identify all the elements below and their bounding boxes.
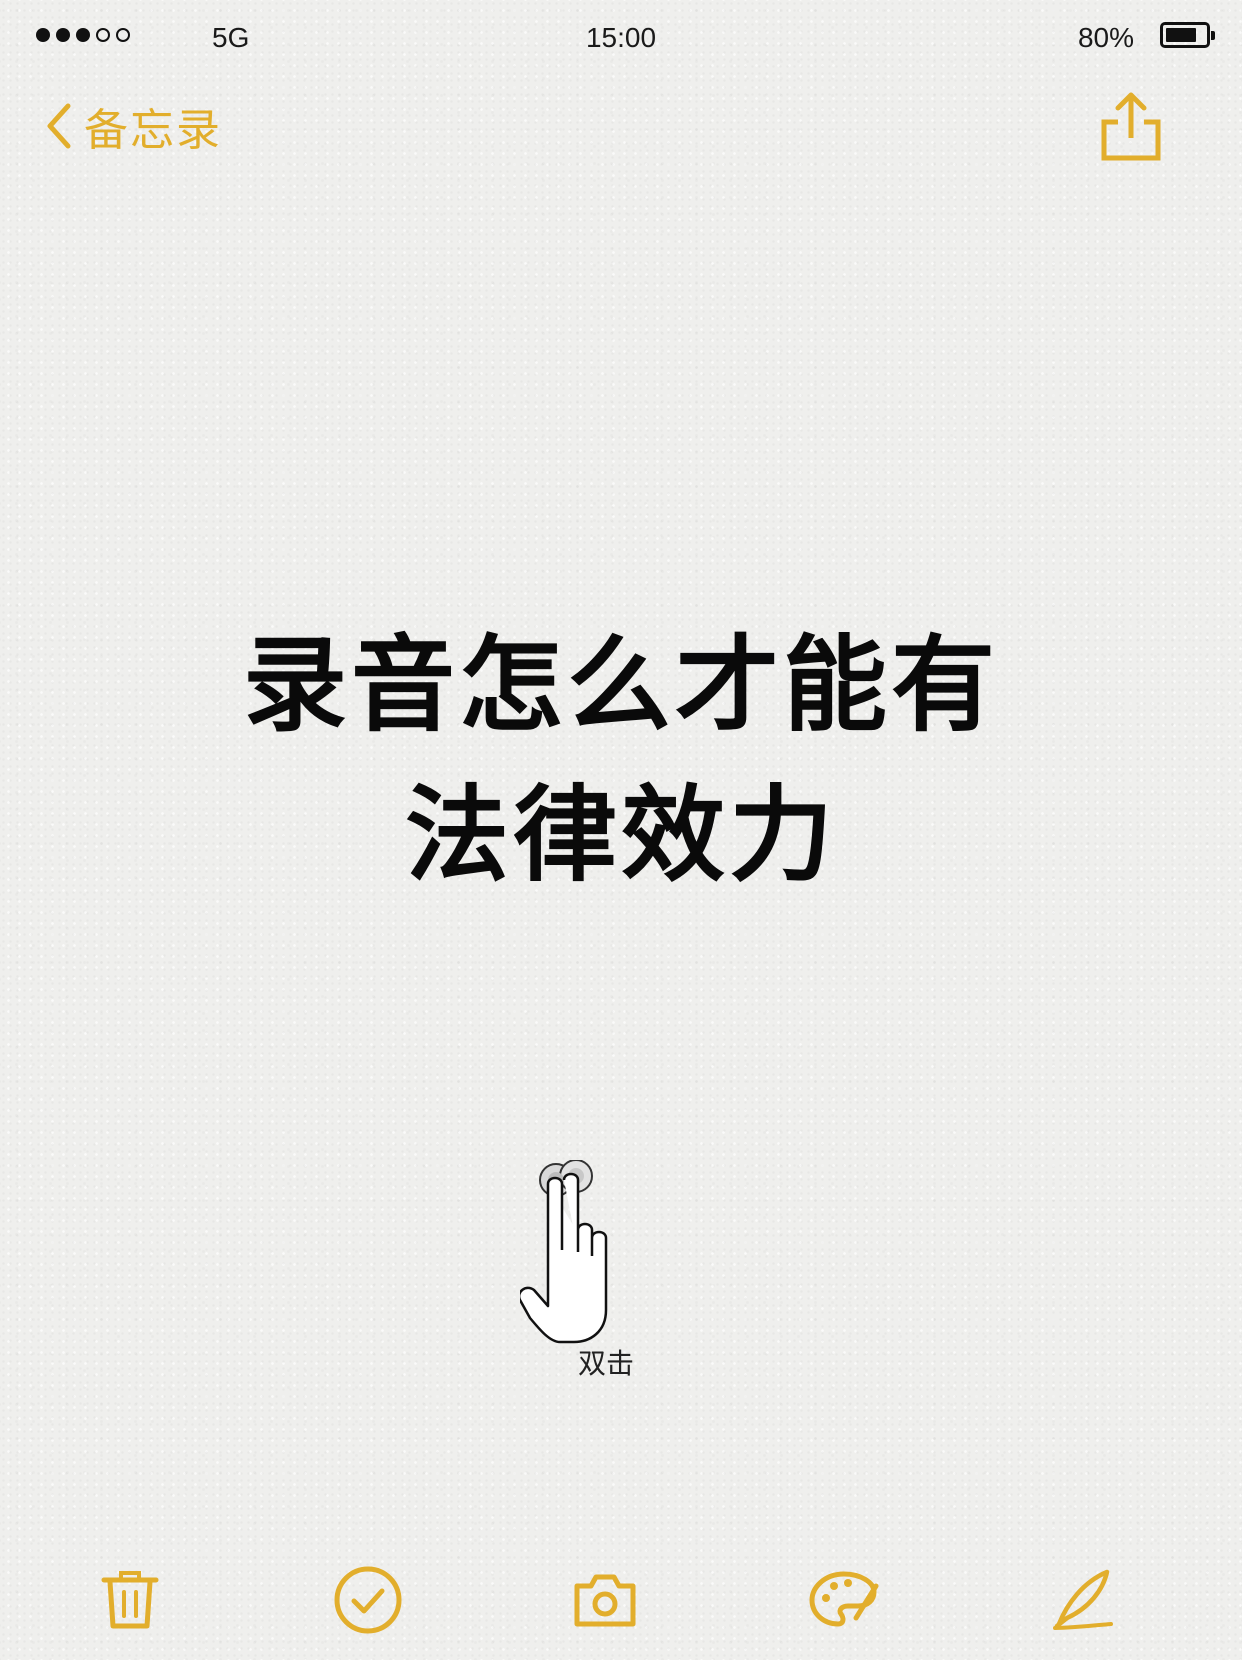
bottom-toolbar [0, 1560, 1242, 1640]
compose-button[interactable] [1042, 1560, 1122, 1640]
trash-icon [101, 1571, 159, 1629]
camera-button[interactable] [565, 1560, 645, 1640]
note-title-line-2: 法律效力 [404, 774, 837, 896]
status-bar: 5G 15:00 80% [0, 0, 1242, 76]
gesture-hint-label: 双击 [577, 1347, 634, 1380]
delete-button[interactable] [90, 1560, 170, 1640]
markup-button[interactable] [804, 1560, 884, 1640]
checklist-button[interactable] [328, 1560, 408, 1640]
note-title-line-1: 录音怎么才能有 [242, 624, 999, 746]
battery-percent: 80% [1077, 22, 1134, 53]
battery-icon [1160, 22, 1215, 48]
share-icon [1101, 92, 1161, 161]
camera-icon [574, 1574, 636, 1627]
compose-pen-icon [1053, 1569, 1113, 1630]
status-time: 15:00 [585, 22, 657, 53]
note-title[interactable]: 录音怎么才能有 法律效力 [0, 610, 1242, 910]
share-button[interactable] [1094, 90, 1168, 166]
chevron-left-icon [47, 103, 71, 149]
battery-fill [1166, 28, 1196, 42]
back-label: 备忘录 [84, 105, 222, 156]
checklist-icon [334, 1566, 402, 1634]
back-button[interactable]: 备忘录 [44, 96, 222, 156]
double-tap-hand-icon [520, 1160, 608, 1344]
palette-icon [809, 1571, 879, 1627]
